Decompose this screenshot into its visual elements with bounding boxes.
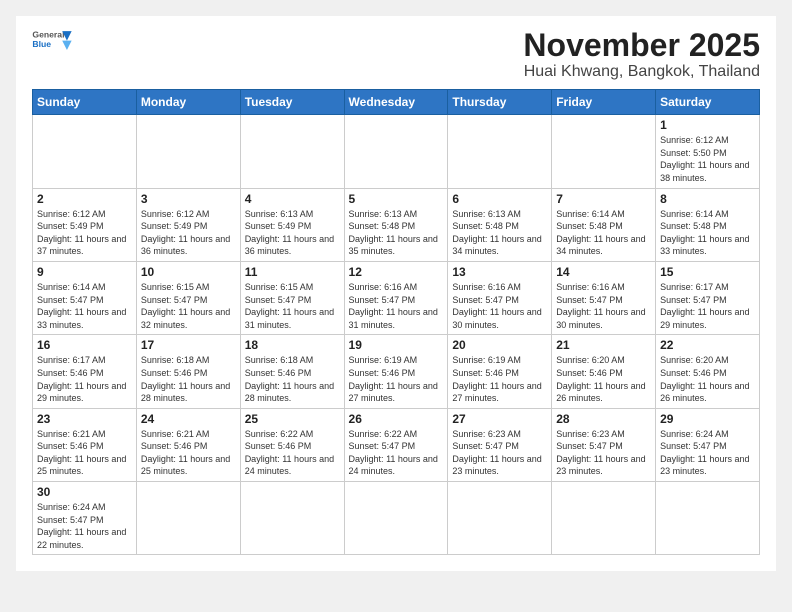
week-row-6: 30 Sunrise: 6:24 AMSunset: 5:47 PMDaylig… xyxy=(33,482,760,555)
empty-cell xyxy=(344,115,448,188)
day-12: 12 Sunrise: 6:16 AMSunset: 5:47 PMDaylig… xyxy=(344,261,448,334)
day-6: 6 Sunrise: 6:13 AMSunset: 5:48 PMDayligh… xyxy=(448,188,552,261)
day-9: 9 Sunrise: 6:14 AMSunset: 5:47 PMDayligh… xyxy=(33,261,137,334)
month-title: November 2025 xyxy=(523,28,760,63)
header-wednesday: Wednesday xyxy=(344,90,448,115)
empty-cell xyxy=(344,482,448,555)
page: General Blue November 2025 Huai Khwang, … xyxy=(16,16,776,571)
generalblue-logo-icon: General Blue xyxy=(32,28,72,50)
empty-cell xyxy=(552,482,656,555)
empty-cell xyxy=(240,482,344,555)
header: General Blue November 2025 Huai Khwang, … xyxy=(32,28,760,81)
day-10: 10 Sunrise: 6:15 AMSunset: 5:47 PMDaylig… xyxy=(136,261,240,334)
svg-text:Blue: Blue xyxy=(32,39,51,49)
day-25: 25 Sunrise: 6:22 AMSunset: 5:46 PMDaylig… xyxy=(240,408,344,481)
empty-cell xyxy=(136,482,240,555)
header-friday: Friday xyxy=(552,90,656,115)
day-16: 16 Sunrise: 6:17 AMSunset: 5:46 PMDaylig… xyxy=(33,335,137,408)
day-7: 7 Sunrise: 6:14 AMSunset: 5:48 PMDayligh… xyxy=(552,188,656,261)
header-sunday: Sunday xyxy=(33,90,137,115)
week-row-1: 1 Sunrise: 6:12 AM Sunset: 5:50 PM Dayli… xyxy=(33,115,760,188)
day-14: 14 Sunrise: 6:16 AMSunset: 5:47 PMDaylig… xyxy=(552,261,656,334)
day-28: 28 Sunrise: 6:23 AMSunset: 5:47 PMDaylig… xyxy=(552,408,656,481)
svg-text:General: General xyxy=(32,29,64,39)
week-row-5: 23 Sunrise: 6:21 AMSunset: 5:46 PMDaylig… xyxy=(33,408,760,481)
day-8: 8 Sunrise: 6:14 AMSunset: 5:48 PMDayligh… xyxy=(656,188,760,261)
week-row-4: 16 Sunrise: 6:17 AMSunset: 5:46 PMDaylig… xyxy=(33,335,760,408)
day-29: 29 Sunrise: 6:24 AMSunset: 5:47 PMDaylig… xyxy=(656,408,760,481)
day-5: 5 Sunrise: 6:13 AMSunset: 5:48 PMDayligh… xyxy=(344,188,448,261)
day-3: 3 Sunrise: 6:12 AMSunset: 5:49 PMDayligh… xyxy=(136,188,240,261)
header-monday: Monday xyxy=(136,90,240,115)
empty-cell xyxy=(240,115,344,188)
empty-cell xyxy=(552,115,656,188)
empty-cell xyxy=(448,115,552,188)
empty-cell xyxy=(33,115,137,188)
header-thursday: Thursday xyxy=(448,90,552,115)
week-row-2: 2 Sunrise: 6:12 AMSunset: 5:49 PMDayligh… xyxy=(33,188,760,261)
day-17: 17 Sunrise: 6:18 AMSunset: 5:46 PMDaylig… xyxy=(136,335,240,408)
day-24: 24 Sunrise: 6:21 AMSunset: 5:46 PMDaylig… xyxy=(136,408,240,481)
day-11: 11 Sunrise: 6:15 AMSunset: 5:47 PMDaylig… xyxy=(240,261,344,334)
day-4: 4 Sunrise: 6:13 AMSunset: 5:49 PMDayligh… xyxy=(240,188,344,261)
location-title: Huai Khwang, Bangkok, Thailand xyxy=(523,63,760,81)
title-area: November 2025 Huai Khwang, Bangkok, Thai… xyxy=(523,28,760,81)
day-1: 1 Sunrise: 6:12 AM Sunset: 5:50 PM Dayli… xyxy=(656,115,760,188)
day-2: 2 Sunrise: 6:12 AMSunset: 5:49 PMDayligh… xyxy=(33,188,137,261)
day-13: 13 Sunrise: 6:16 AMSunset: 5:47 PMDaylig… xyxy=(448,261,552,334)
day-23: 23 Sunrise: 6:21 AMSunset: 5:46 PMDaylig… xyxy=(33,408,137,481)
calendar-table: Sunday Monday Tuesday Wednesday Thursday… xyxy=(32,89,760,555)
day-30: 30 Sunrise: 6:24 AMSunset: 5:47 PMDaylig… xyxy=(33,482,137,555)
day-27: 27 Sunrise: 6:23 AMSunset: 5:47 PMDaylig… xyxy=(448,408,552,481)
week-row-3: 9 Sunrise: 6:14 AMSunset: 5:47 PMDayligh… xyxy=(33,261,760,334)
day-18: 18 Sunrise: 6:18 AMSunset: 5:46 PMDaylig… xyxy=(240,335,344,408)
day-26: 26 Sunrise: 6:22 AMSunset: 5:47 PMDaylig… xyxy=(344,408,448,481)
day-19: 19 Sunrise: 6:19 AMSunset: 5:46 PMDaylig… xyxy=(344,335,448,408)
day-22: 22 Sunrise: 6:20 AMSunset: 5:46 PMDaylig… xyxy=(656,335,760,408)
empty-cell xyxy=(656,482,760,555)
logo: General Blue xyxy=(32,28,72,52)
header-tuesday: Tuesday xyxy=(240,90,344,115)
header-saturday: Saturday xyxy=(656,90,760,115)
day-20: 20 Sunrise: 6:19 AMSunset: 5:46 PMDaylig… xyxy=(448,335,552,408)
day-21: 21 Sunrise: 6:20 AMSunset: 5:46 PMDaylig… xyxy=(552,335,656,408)
weekday-header-row: Sunday Monday Tuesday Wednesday Thursday… xyxy=(33,90,760,115)
empty-cell xyxy=(136,115,240,188)
day-15: 15 Sunrise: 6:17 AMSunset: 5:47 PMDaylig… xyxy=(656,261,760,334)
empty-cell xyxy=(448,482,552,555)
